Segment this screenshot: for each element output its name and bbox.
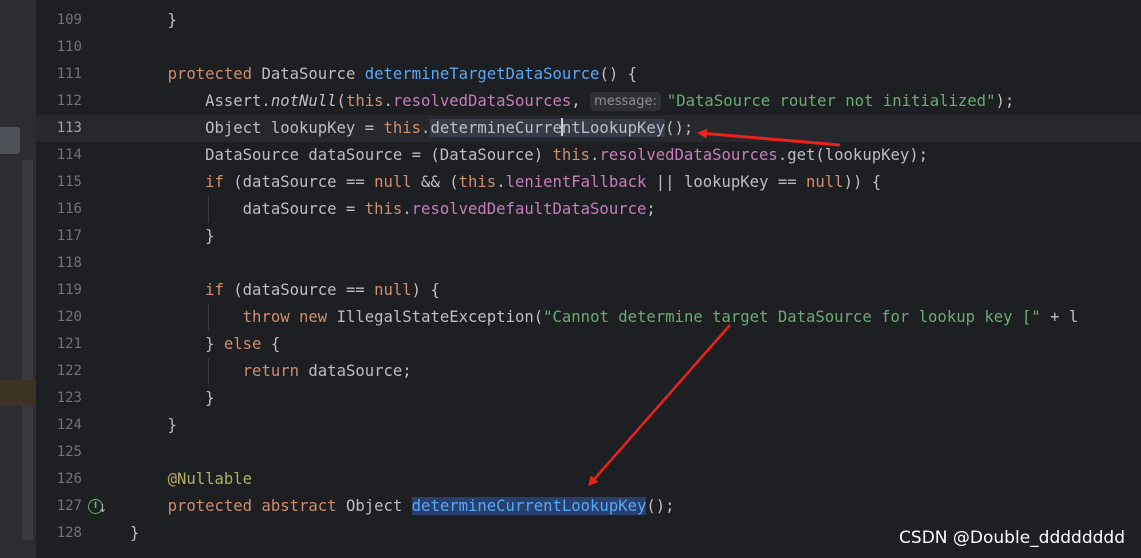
code-text: Object lookupKey = this.determineCurrent… <box>130 118 694 137</box>
code-line-110[interactable]: 110 <box>36 34 1141 61</box>
line-number: 114 <box>56 147 82 163</box>
gutter[interactable]: 127 I ↓ <box>36 493 118 520</box>
code-line-123[interactable]: 123 } <box>36 385 1141 412</box>
gutter[interactable]: 112 <box>36 88 118 115</box>
line-number: 121 <box>56 336 82 352</box>
gutter[interactable]: 111 <box>36 61 118 88</box>
line-number: 112 <box>56 93 82 109</box>
gutter[interactable]: 116 <box>36 196 118 223</box>
code-text: if (dataSource == null && (this.lenientF… <box>205 173 882 191</box>
line-number: 118 <box>56 255 82 271</box>
line-number: 110 <box>56 39 82 55</box>
line-number: 113 <box>56 120 82 136</box>
code-text: } <box>130 524 140 542</box>
code-line-114[interactable]: 114 DataSource dataSource = (DataSource)… <box>36 142 1141 169</box>
line-number: 128 <box>56 525 82 541</box>
line-number: 123 <box>56 390 82 406</box>
code-line-126[interactable]: 126 @Nullable <box>36 466 1141 493</box>
code-text: } <box>130 227 215 245</box>
code-line-120[interactable]: 120 throw new IllegalStateException("Can… <box>36 304 1141 331</box>
gutter[interactable]: 114 <box>36 142 118 169</box>
gutter[interactable]: 109 <box>36 7 118 34</box>
gutter[interactable]: 120 <box>36 304 118 331</box>
indent-guide <box>208 358 209 385</box>
arrow-down-icon: ↓ <box>98 502 108 515</box>
gutter[interactable]: 123 <box>36 385 118 412</box>
code-line-117[interactable]: 117 } <box>36 223 1141 250</box>
gutter[interactable]: 113 <box>36 115 118 142</box>
code-text: } <box>130 416 177 434</box>
indent-guide <box>208 304 209 331</box>
line-number: 111 <box>56 66 82 82</box>
line-number: 126 <box>56 471 82 487</box>
code-line-112[interactable]: 112 Assert.notNull(this.resolvedDataSour… <box>36 88 1141 115</box>
parameter-hint: message: <box>590 92 661 111</box>
gutter[interactable]: 119 <box>36 277 118 304</box>
code-line-121[interactable]: 121 } else { <box>36 331 1141 358</box>
code-text: protected DataSource determineTargetData… <box>167 65 638 83</box>
code-text: @Nullable <box>167 470 253 488</box>
code-line-122[interactable]: 122 return dataSource; <box>36 358 1141 385</box>
gutter[interactable]: 118 <box>36 250 118 277</box>
code-text: } <box>130 389 215 407</box>
gutter[interactable]: 124 <box>36 412 118 439</box>
code-line-118[interactable]: 118 <box>36 250 1141 277</box>
code-text: return dataSource; <box>242 362 412 380</box>
code-text: } <box>130 11 177 29</box>
code-line-125[interactable]: 125 <box>36 439 1141 466</box>
gutter[interactable]: 122 <box>36 358 118 385</box>
code-editor[interactable]: 109 } 110 111 protected DataSource determi… <box>36 0 1141 558</box>
declaration-highlight[interactable]: determineCurrentLookupKey <box>411 497 647 515</box>
code-line-111[interactable]: 111 protected DataSource determineTarget… <box>36 61 1141 88</box>
gutter[interactable]: 121 <box>36 331 118 358</box>
code-line-109[interactable]: 109 } <box>36 7 1141 34</box>
gutter[interactable]: 128 <box>36 520 118 547</box>
gutter[interactable]: 126 <box>36 466 118 493</box>
code-text: if (dataSource == null) { <box>205 281 440 299</box>
code-text: DataSource dataSource = (DataSource) thi… <box>130 146 929 164</box>
usage-highlight[interactable]: determineCurrentLookupKey <box>430 118 666 137</box>
line-number: 116 <box>56 201 82 217</box>
gutter[interactable]: 110 <box>36 34 118 61</box>
code-line-119[interactable]: 119 if (dataSource == null) { <box>36 277 1141 304</box>
line-number: 119 <box>56 282 82 298</box>
text-caret <box>560 118 563 136</box>
line-number: 125 <box>56 444 82 460</box>
line-number: 127 <box>56 498 82 514</box>
csdn-watermark: CSDN @Double_dddddddd <box>899 528 1125 548</box>
tool-window-strip <box>0 0 36 558</box>
code-line-115[interactable]: 115 if (dataSource == null && (this.leni… <box>36 169 1141 196</box>
code-line-127[interactable]: 127 I ↓ protected abstract Object determin… <box>36 493 1141 520</box>
code-text: throw new IllegalStateException("Cannot … <box>242 308 1079 326</box>
line-number: 115 <box>56 174 82 190</box>
code-line-113[interactable]: 113 Object lookupKey = this.determineCur… <box>36 115 1141 142</box>
gutter[interactable]: 117 <box>36 223 118 250</box>
indent-guide <box>208 196 209 223</box>
line-number: 122 <box>56 363 82 379</box>
code-text: protected abstract Object determineCurre… <box>167 497 675 515</box>
highlight-marker <box>0 380 36 406</box>
line-number: 109 <box>56 12 82 28</box>
gutter[interactable]: 125 <box>36 439 118 466</box>
gutter[interactable]: 115 <box>36 169 118 196</box>
line-number: 117 <box>56 228 82 244</box>
line-number: 120 <box>56 309 82 325</box>
code-line-124[interactable]: 124 } <box>36 412 1141 439</box>
code-text: } else { <box>130 335 281 353</box>
code-line-116[interactable]: 116 dataSource = this.resolvedDefaultDat… <box>36 196 1141 223</box>
left-scrollbar[interactable] <box>22 160 33 540</box>
line-number: 124 <box>56 417 82 433</box>
code-text: Assert.notNull(this.resolvedDataSources,… <box>130 92 1015 111</box>
tool-window-tab[interactable] <box>0 127 20 154</box>
